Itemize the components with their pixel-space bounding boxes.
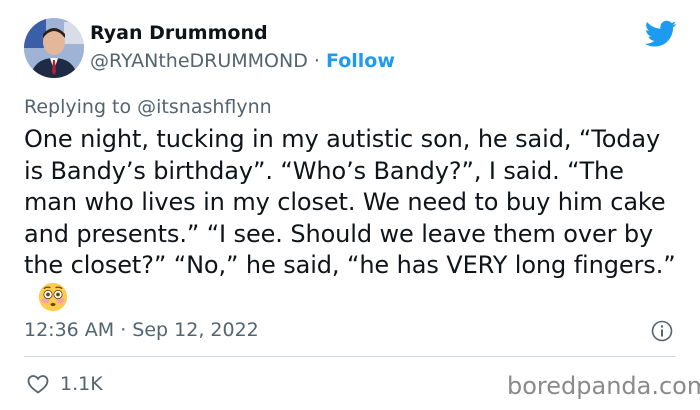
flushed-face-emoji	[38, 282, 68, 311]
tweet-text: One night, tucking in my autistic son, h…	[24, 125, 676, 279]
avatar[interactable]	[24, 18, 84, 78]
separator-dot: ·	[313, 50, 320, 72]
author-handle-row: @RYANtheDRUMMOND · Follow	[90, 50, 395, 72]
author-name[interactable]: Ryan Drummond	[90, 22, 268, 44]
follow-button[interactable]: Follow	[326, 50, 395, 72]
watermark: boredpanda.com	[507, 372, 700, 400]
heart-icon	[27, 375, 49, 394]
replying-to-line: Replying to @itsnashflynn	[24, 96, 272, 118]
author-handle[interactable]: @RYANtheDRUMMOND	[90, 50, 308, 72]
like-button[interactable]: 1.1K	[26, 372, 103, 396]
like-count: 1.1K	[60, 373, 103, 395]
reply-handle-link[interactable]: @itsnashflynn	[137, 96, 272, 118]
divider	[24, 356, 676, 357]
tweet-timestamp[interactable]: 12:36 AM · Sep 12, 2022	[24, 319, 259, 341]
avatar-photo	[24, 18, 84, 78]
tweet-text-container: One night, tucking in my autistic son, h…	[24, 124, 684, 314]
info-icon[interactable]	[651, 320, 673, 342]
replying-prefix: Replying to	[24, 96, 138, 118]
twitter-bird-icon[interactable]	[645, 20, 677, 48]
